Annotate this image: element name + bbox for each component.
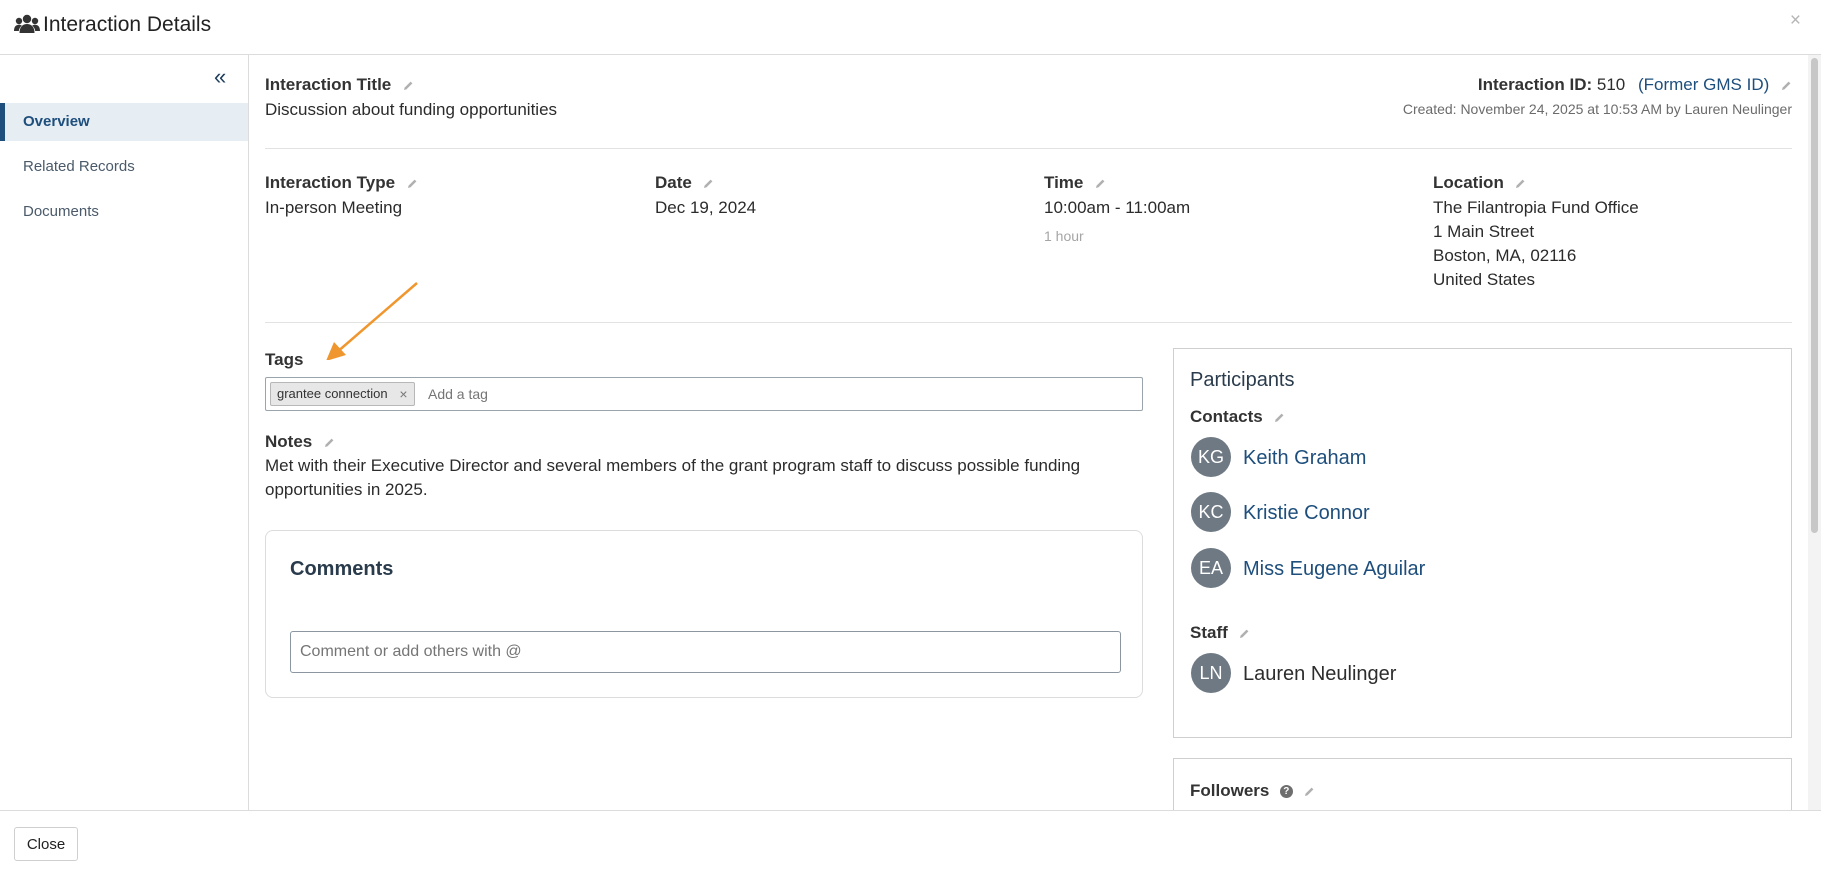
pencil-icon[interactable]: [1274, 412, 1285, 423]
followers-label: Followers: [1190, 781, 1270, 800]
pencil-icon[interactable]: [1095, 178, 1106, 189]
interaction-type-value: In-person Meeting: [265, 198, 403, 217]
participants-title: Participants: [1190, 369, 1295, 391]
interaction-id-value: 510: [1596, 75, 1626, 94]
pencil-icon[interactable]: [403, 80, 414, 91]
contacts-label: Contacts: [1190, 407, 1263, 426]
pencil-icon[interactable]: [1239, 628, 1250, 639]
divider: [265, 322, 1792, 323]
followers-card: Followers ?: [1173, 758, 1792, 818]
location-line: Boston, MA, 02116: [1433, 246, 1577, 265]
pencil-icon[interactable]: [407, 178, 418, 189]
location-line: 1 Main Street: [1433, 222, 1535, 241]
close-button[interactable]: Close: [14, 827, 78, 861]
sidebar-item-documents[interactable]: Documents: [0, 193, 248, 231]
collapse-icon[interactable]: «: [214, 66, 226, 88]
comment-input[interactable]: [290, 631, 1121, 673]
time-label: Time: [1044, 173, 1084, 192]
participants-card: Participants Contacts KG Keith Graham KC…: [1173, 348, 1792, 738]
divider: [265, 148, 1792, 149]
location-line: The Filantropia Fund Office: [1433, 198, 1639, 217]
duration-value: 1 hour: [1044, 228, 1084, 244]
remove-tag-icon[interactable]: ×: [399, 383, 407, 405]
location-section: Location: [1433, 173, 1526, 193]
pencil-icon[interactable]: [324, 437, 335, 448]
scrollbar[interactable]: [1808, 55, 1821, 810]
add-tag-input[interactable]: [428, 386, 728, 402]
avatar: EA: [1191, 548, 1231, 588]
notes-line: opportunities in 2025.: [265, 480, 428, 499]
contact-link[interactable]: Kristie Connor: [1243, 502, 1370, 525]
contacts-section: Contacts: [1190, 407, 1285, 427]
comments-card: Comments: [265, 530, 1143, 698]
pencil-icon[interactable]: [703, 178, 714, 189]
avatar: KG: [1191, 437, 1231, 477]
sidebar: « Overview Related Records Documents: [0, 55, 249, 810]
tag-chip-label: grantee connection: [277, 386, 388, 401]
date-section: Date: [655, 173, 714, 193]
main-content: Interaction Title Discussion about fundi…: [265, 55, 1795, 818]
location-label: Location: [1433, 173, 1504, 192]
interaction-id-label: Interaction ID:: [1477, 75, 1593, 94]
tags-input-box[interactable]: grantee connection ×: [265, 377, 1143, 411]
comments-title: Comments: [290, 558, 394, 580]
modal-footer: Close: [0, 810, 1821, 870]
notes-line: Met with their Executive Director and se…: [265, 456, 1081, 475]
sidebar-item-overview[interactable]: Overview: [0, 103, 248, 141]
pencil-icon[interactable]: [1515, 178, 1526, 189]
interaction-title-value: Discussion about funding opportunities: [265, 100, 558, 119]
tag-chip: grantee connection ×: [270, 382, 415, 406]
pencil-icon[interactable]: [1781, 80, 1792, 91]
interaction-title-section: Interaction Title: [265, 75, 414, 95]
interaction-meta: Interaction ID: 510 (Former GMS ID) Crea…: [1403, 75, 1792, 117]
date-label: Date: [655, 173, 692, 192]
contact-link[interactable]: Miss Eugene Aguilar: [1243, 558, 1425, 581]
date-value: Dec 19, 2024: [655, 198, 757, 217]
location-line: United States: [1433, 270, 1536, 289]
modal-title: Interaction Details: [43, 13, 212, 36]
modal-header: Interaction Details ×: [0, 0, 1821, 55]
tags-label: Tags: [265, 350, 304, 369]
former-gms-id: (Former GMS ID): [1637, 75, 1770, 94]
notes-label: Notes: [265, 432, 313, 451]
close-icon[interactable]: ×: [1790, 10, 1801, 32]
pencil-icon[interactable]: [1304, 786, 1315, 797]
interaction-title-label: Interaction Title: [265, 75, 392, 94]
staff-section: Staff: [1190, 623, 1250, 643]
followers-section: Followers ?: [1190, 781, 1315, 801]
time-value: 10:00am - 11:00am: [1044, 198, 1191, 217]
notes-section: Notes: [265, 432, 335, 452]
interaction-type-section: Interaction Type: [265, 173, 418, 193]
interaction-type-label: Interaction Type: [265, 173, 396, 192]
time-section: Time: [1044, 173, 1106, 193]
users-icon: [14, 14, 40, 34]
scrollbar-thumb[interactable]: [1811, 58, 1818, 533]
staff-name: Lauren Neulinger: [1243, 663, 1397, 685]
staff-label: Staff: [1190, 623, 1228, 642]
contact-link[interactable]: Keith Graham: [1243, 447, 1366, 470]
avatar: LN: [1191, 653, 1231, 693]
created-info: Created: November 24, 2025 at 10:53 AM b…: [1402, 101, 1792, 117]
help-icon[interactable]: ?: [1279, 785, 1293, 799]
sidebar-item-related-records[interactable]: Related Records: [0, 148, 248, 186]
avatar: KC: [1191, 492, 1231, 532]
